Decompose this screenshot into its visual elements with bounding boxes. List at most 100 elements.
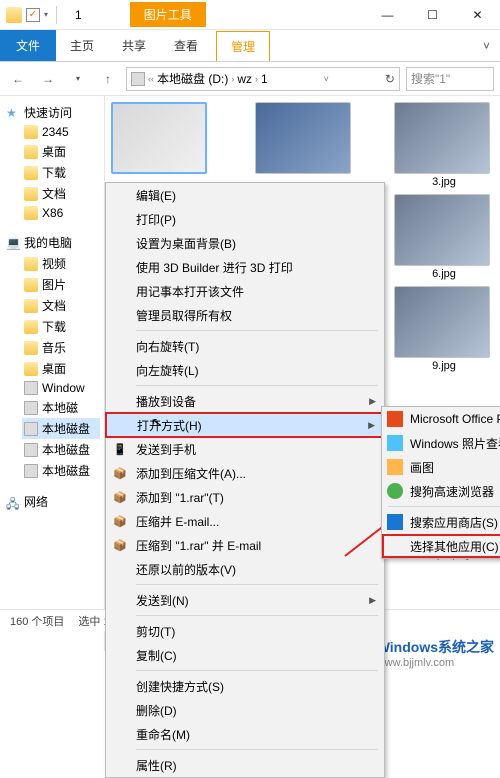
tree-item[interactable]: Window xyxy=(22,379,100,397)
menu-item-3d-print[interactable]: 使用 3D Builder 进行 3D 打印 xyxy=(106,255,384,279)
submenu-arrow-icon: ▶ xyxy=(368,420,375,431)
content-area[interactable]: 3.jpg 6.jpg 9.jpg Snap1.png 编辑(E) 打印(P) … xyxy=(105,96,500,651)
submenu-arrow-icon: ▶ xyxy=(369,595,376,606)
menu-item-cut[interactable]: 剪切(T) xyxy=(106,619,384,643)
tree-item-selected[interactable]: 本地磁盘 xyxy=(22,418,100,439)
qat-dropdown-icon[interactable]: ▾ xyxy=(44,10,48,19)
menu-item-copy[interactable]: 复制(C) xyxy=(106,643,384,667)
folder-icon xyxy=(24,341,38,355)
recent-dropdown-icon[interactable]: ▾ xyxy=(66,67,90,91)
folder-icon xyxy=(24,278,38,292)
menu-item-add-to-1rar[interactable]: 📦添加到 "1.rar"(T) xyxy=(106,485,384,509)
tree-network[interactable]: 🖧网络 xyxy=(4,491,100,512)
submenu-item-store[interactable]: 搜索应用商店(S) xyxy=(382,510,500,534)
store-icon xyxy=(387,514,403,530)
crumb-drive[interactable]: 本地磁盘 (D:) xyxy=(157,70,228,87)
star-icon: ★ xyxy=(6,106,20,120)
menu-item-play-to-device[interactable]: 播放到设备▶ xyxy=(106,389,384,413)
chevron-right-icon: ‹‹ xyxy=(148,74,154,84)
tree-item[interactable]: 下载 xyxy=(22,316,100,337)
submenu-item-choose-other[interactable]: 选择其他应用(C) xyxy=(382,534,500,558)
tab-view[interactable]: 查看 xyxy=(160,31,212,60)
close-button[interactable]: ✕ xyxy=(455,0,500,30)
menu-item-admin-own[interactable]: 管理员取得所有权 xyxy=(106,303,384,327)
qat-checkbox[interactable]: ✓ xyxy=(26,8,40,22)
menu-separator xyxy=(136,670,378,671)
thumbnail[interactable]: 9.jpg xyxy=(394,286,494,372)
menu-item-send-to[interactable]: 发送到(N)▶ xyxy=(106,588,384,612)
watermark-title: Windows系统之家 xyxy=(377,637,494,657)
tab-share[interactable]: 共享 xyxy=(108,31,160,60)
tree-item[interactable]: 桌面 xyxy=(22,141,100,162)
maximize-button[interactable]: ☐ xyxy=(410,0,455,30)
submenu-item-photo-viewer[interactable]: Windows 照片查看器 xyxy=(382,431,500,455)
menu-item-create-shortcut[interactable]: 创建快捷方式(S) xyxy=(106,674,384,698)
drive-icon xyxy=(24,422,38,436)
chevron-right-icon: › xyxy=(255,74,258,84)
thumbnail[interactable] xyxy=(255,102,355,174)
tree-item[interactable]: 本地磁盘 xyxy=(22,460,100,481)
tab-home[interactable]: 主页 xyxy=(56,31,108,60)
submenu-item-paint[interactable]: 画图 xyxy=(382,455,500,479)
address-dropdown-icon[interactable]: ˅ xyxy=(324,74,329,84)
tree-item[interactable]: X86 xyxy=(22,204,100,222)
thumbnail[interactable]: 6.jpg xyxy=(394,194,494,280)
contextual-tab-label: 图片工具 xyxy=(130,2,206,27)
tree-item[interactable]: 文档 xyxy=(22,295,100,316)
submenu-arrow-icon: ▶ xyxy=(369,396,376,407)
refresh-button[interactable]: ↻ xyxy=(385,72,395,86)
file-tab[interactable]: 文件 xyxy=(0,30,56,61)
menu-item-set-wallpaper[interactable]: 设置为桌面背景(B) xyxy=(106,231,384,255)
menu-item-compress-email[interactable]: 📦压缩并 E-mail... xyxy=(106,509,384,533)
menu-separator xyxy=(136,615,378,616)
folder-icon xyxy=(24,299,38,313)
pc-icon: 💻 xyxy=(6,236,20,250)
tree-item[interactable]: 图片 xyxy=(22,274,100,295)
menu-item-add-archive[interactable]: 📦添加到压缩文件(A)... xyxy=(106,461,384,485)
thumbnail[interactable]: 3.jpg xyxy=(394,102,494,188)
menu-item-edit[interactable]: 编辑(E) xyxy=(106,183,384,207)
tree-item[interactable]: 本地磁 xyxy=(22,397,100,418)
tree-item[interactable]: 文档 xyxy=(22,183,100,204)
tree-item[interactable]: 视频 xyxy=(22,253,100,274)
menu-item-print[interactable]: 打印(P) xyxy=(106,207,384,231)
menu-item-rename[interactable]: 重命名(M) xyxy=(106,722,384,746)
menu-separator xyxy=(136,385,378,386)
tree-this-pc[interactable]: 💻我的电脑 xyxy=(4,232,100,253)
tree-item[interactable]: 本地磁盘 xyxy=(22,439,100,460)
minimize-button[interactable]: — xyxy=(365,0,410,30)
tree-item[interactable]: 音乐 xyxy=(22,337,100,358)
address-bar[interactable]: ‹‹ 本地磁盘 (D:) › wz › 1 ˅ ↻ xyxy=(126,67,400,91)
menu-item-rotate-left[interactable]: 向左旋转(L) xyxy=(106,358,384,382)
menu-item-compress-1rar-email[interactable]: 📦压缩到 "1.rar" 并 E-mail xyxy=(106,533,384,557)
tree-quick-access[interactable]: ★快速访问 xyxy=(4,102,100,123)
ribbon: 文件 主页 共享 查看 管理 ˅ xyxy=(0,30,500,62)
menu-item-rotate-right[interactable]: 向右旋转(T) xyxy=(106,334,384,358)
folder-icon xyxy=(24,187,38,201)
menu-item-send-phone[interactable]: 📱发送到手机 xyxy=(106,437,384,461)
open-with-submenu: Microsoft Office Pict Windows 照片查看器 画图 搜… xyxy=(381,406,500,559)
forward-button[interactable]: → xyxy=(36,67,60,91)
submenu-item-mso[interactable]: Microsoft Office Pict xyxy=(382,407,500,431)
drive-icon xyxy=(24,443,38,457)
tab-manage[interactable]: 管理 xyxy=(216,31,270,61)
search-box[interactable]: 搜索"1" xyxy=(406,67,494,91)
menu-item-open-with[interactable]: 打开方式(H)▶ xyxy=(106,413,384,437)
crumb-1[interactable]: 1 xyxy=(261,72,268,86)
thumbnail-selected[interactable] xyxy=(111,102,211,174)
tree-item[interactable]: 2345 xyxy=(22,123,100,141)
context-menu: 编辑(E) 打印(P) 设置为桌面背景(B) 使用 3D Builder 进行 … xyxy=(105,182,385,778)
tree-item[interactable]: 桌面 xyxy=(22,358,100,379)
up-button[interactable]: ↑ xyxy=(96,67,120,91)
back-button[interactable]: ← xyxy=(6,67,30,91)
folder-icon xyxy=(24,166,38,180)
paint-icon xyxy=(387,459,403,475)
tree-item[interactable]: 下载 xyxy=(22,162,100,183)
crumb-wz[interactable]: wz xyxy=(237,72,252,86)
menu-item-properties[interactable]: 属性(R) xyxy=(106,753,384,777)
ribbon-collapse-icon[interactable]: ˅ xyxy=(473,39,500,53)
submenu-item-sogou[interactable]: 搜狗高速浏览器 xyxy=(382,479,500,503)
menu-item-restore-previous[interactable]: 还原以前的版本(V) xyxy=(106,557,384,581)
menu-item-open-notepad[interactable]: 用记事本打开该文件 xyxy=(106,279,384,303)
menu-item-delete[interactable]: 删除(D) xyxy=(106,698,384,722)
